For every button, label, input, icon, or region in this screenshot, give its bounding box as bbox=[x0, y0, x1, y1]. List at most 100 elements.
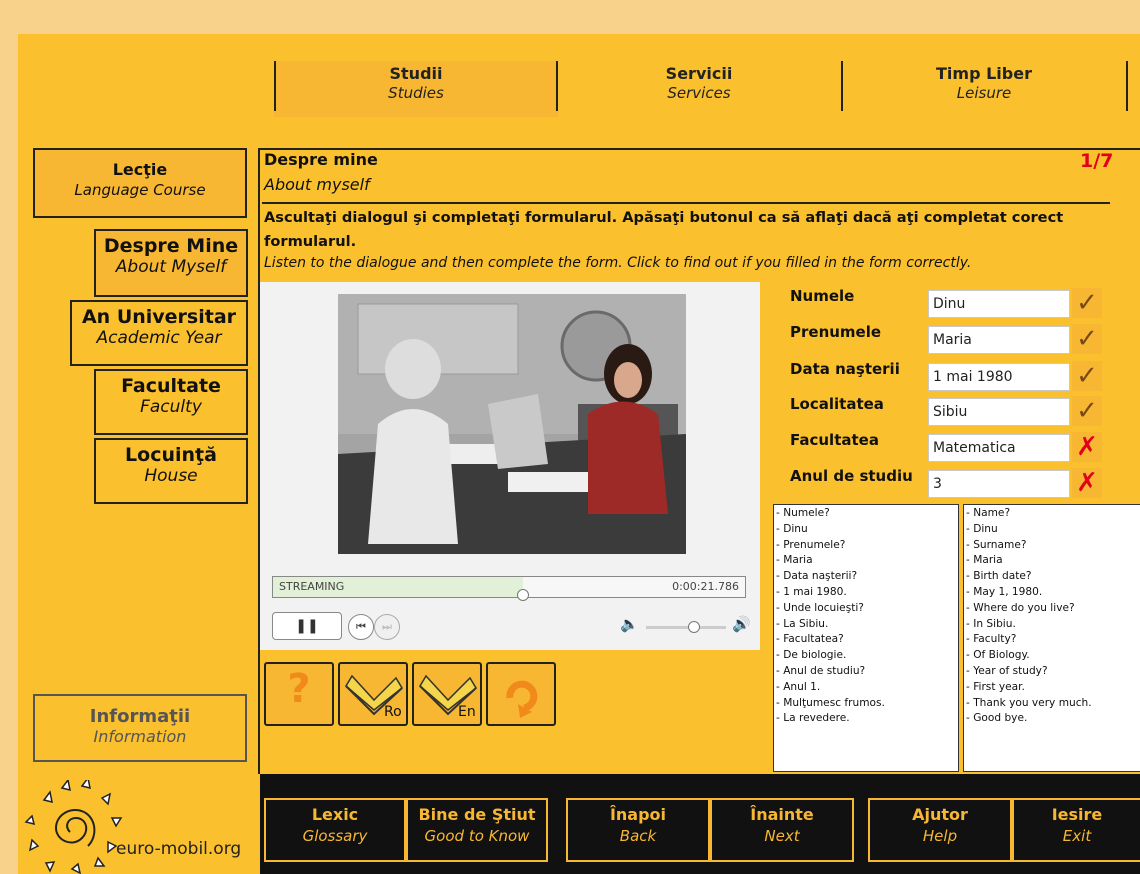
good-to-know-label-ro: Bine de Ştiut bbox=[418, 805, 536, 824]
video-frame[interactable] bbox=[338, 294, 686, 554]
help-nav-button[interactable]: Ajutor Help bbox=[868, 798, 1012, 862]
replay-button[interactable] bbox=[486, 662, 556, 726]
sidebar-item-label-en: Faculty bbox=[140, 397, 202, 417]
sidebar-item-label-ro: Facultate bbox=[121, 375, 221, 397]
form-label: Localitatea bbox=[790, 395, 884, 413]
top-nav-leisure-label-en: Leisure bbox=[956, 84, 1012, 102]
transcript-line: - Anul 1. bbox=[776, 680, 821, 693]
transcript-line: - Dinu bbox=[966, 522, 998, 535]
help-label-ro: Ajutor bbox=[912, 805, 968, 824]
top-nav-services-label-ro: Servicii bbox=[665, 64, 733, 83]
transcript-line: - Dinu bbox=[776, 522, 808, 535]
next-label-ro: Înainte bbox=[750, 805, 814, 824]
glossary-button[interactable]: Lexic Glossary bbox=[264, 798, 406, 862]
exit-button[interactable]: Iesire Exit bbox=[1012, 798, 1140, 862]
logo: euro-mobil.org bbox=[18, 780, 258, 874]
transcript-line: - Facultatea? bbox=[776, 633, 844, 646]
instruction-ro: Ascultaţi dialogul şi completaţi formula… bbox=[264, 209, 1064, 250]
transcript-line: - Good bye. bbox=[966, 712, 1028, 725]
good-to-know-button[interactable]: Bine de Ştiut Good to Know bbox=[406, 798, 548, 862]
volume-thumb[interactable] bbox=[688, 621, 700, 633]
transcript-line: - Prenumele? bbox=[776, 538, 846, 551]
transcript-line: - Of Biology. bbox=[966, 649, 1030, 662]
form-input[interactable] bbox=[928, 363, 1070, 391]
video-scene-image bbox=[338, 294, 686, 554]
progress-thumb[interactable] bbox=[517, 589, 529, 601]
sidebar-information[interactable]: Informaţii Information bbox=[33, 694, 247, 762]
form-label: Data naşterii bbox=[790, 360, 900, 378]
skip-back-button[interactable]: ⏮ bbox=[348, 614, 374, 640]
top-nav-divider bbox=[274, 61, 276, 111]
transcript-line: - La revedere. bbox=[776, 712, 850, 725]
form-input[interactable] bbox=[928, 326, 1070, 354]
transcript-line: - Name? bbox=[966, 507, 1011, 519]
top-nav-studies[interactable]: Studii Studies bbox=[274, 61, 558, 117]
volume-slider[interactable] bbox=[646, 621, 726, 633]
form-input[interactable] bbox=[928, 398, 1070, 426]
transcript-line: - 1 mai 1980. bbox=[776, 585, 847, 598]
logo-text: euro-mobil.org bbox=[116, 839, 242, 859]
top-nav-leisure[interactable]: Timp Liber Leisure bbox=[843, 61, 1125, 117]
read-en-button[interactable]: En bbox=[412, 662, 482, 726]
volume-low-icon: 🔈 bbox=[620, 615, 639, 633]
transcript-line: - Maria bbox=[966, 554, 1003, 567]
back-label-ro: Înapoi bbox=[609, 805, 667, 824]
back-label-en: Back bbox=[619, 827, 657, 845]
replay-icon bbox=[506, 680, 538, 718]
bottom-nav: Lexic Glossary Bine de Ştiut Good to Kno… bbox=[260, 774, 1140, 874]
top-nav-services[interactable]: Servicii Services bbox=[558, 61, 840, 117]
sun-spiral-icon bbox=[24, 780, 123, 874]
header-divider bbox=[262, 202, 1110, 204]
checkmark-icon: ✓ bbox=[1072, 288, 1102, 318]
sidebar-item-label-en: House bbox=[144, 466, 198, 486]
transcript-line: - De biologie. bbox=[776, 649, 847, 662]
lesson-page-counter: 1/7 bbox=[1080, 150, 1114, 172]
transcript-line: - Where do you live? bbox=[966, 601, 1075, 614]
sidebar-item-about-myself[interactable]: Despre Mine About Myself bbox=[94, 229, 248, 297]
read-ro-button[interactable]: Ro bbox=[338, 662, 408, 726]
app-window: Studii Studies Servicii Services Timp Li… bbox=[18, 34, 1140, 874]
sidebar-language-course[interactable]: Lecţie Language Course bbox=[33, 148, 247, 218]
next-button[interactable]: Înainte Next bbox=[710, 798, 854, 862]
volume-high-icon: 🔊 bbox=[732, 615, 751, 633]
checkmark-icon: ✓ bbox=[1072, 324, 1102, 354]
transcript-line: - Data naşterii? bbox=[776, 570, 858, 583]
top-nav-studies-label-ro: Studii bbox=[389, 64, 443, 83]
sidebar-info-label-en: Information bbox=[93, 727, 187, 746]
form-input[interactable] bbox=[928, 290, 1070, 318]
transcript-line: - Thank you very much. bbox=[966, 696, 1092, 709]
skip-forward-button[interactable]: ⏭ bbox=[374, 614, 400, 640]
help-button[interactable]: ? bbox=[264, 662, 334, 726]
transcript-line: - Numele? bbox=[776, 507, 830, 519]
form-label: Prenumele bbox=[790, 323, 882, 341]
sidebar-info-label-ro: Informaţii bbox=[89, 706, 191, 727]
pause-button[interactable]: ❚❚ bbox=[272, 612, 342, 640]
help-label-en: Help bbox=[922, 827, 958, 845]
transcript-ro: - Numele? - Dinu - Prenumele? - Maria - Data… bbox=[773, 504, 959, 772]
transcript-line: - May 1, 1980. bbox=[966, 585, 1043, 598]
sidebar-course-label-en: Language Course bbox=[74, 181, 206, 199]
transcript-line: - Anul de studiu? bbox=[776, 664, 866, 677]
question-icon: ? bbox=[287, 666, 311, 712]
transcript-line: - Year of study? bbox=[966, 664, 1048, 677]
sidebar-item-label-en: Academic Year bbox=[96, 328, 222, 348]
sidebar-item-faculty[interactable]: Facultate Faculty bbox=[94, 369, 248, 435]
next-label-en: Next bbox=[764, 827, 800, 845]
checkmark-icon: ✓ bbox=[1072, 396, 1102, 426]
form-input[interactable] bbox=[928, 470, 1070, 498]
transcript-line: - Birth date? bbox=[966, 570, 1032, 583]
transcript-line: - In Sibiu. bbox=[966, 617, 1016, 630]
back-button[interactable]: Înapoi Back bbox=[566, 798, 710, 862]
lesson-title: Despre mine bbox=[264, 150, 378, 169]
transcript-line: - Mulţumesc frumos. bbox=[776, 696, 885, 709]
content-border-top bbox=[258, 148, 1140, 150]
top-nav-services-label-en: Services bbox=[667, 84, 731, 102]
progress-bar[interactable]: STREAMING 0:00:21.786 bbox=[272, 576, 746, 601]
sidebar-item-academic-year[interactable]: An Universitar Academic Year bbox=[70, 300, 248, 366]
glossary-label-en: Glossary bbox=[302, 827, 368, 845]
lesson-subtitle: About myself bbox=[264, 175, 370, 194]
sidebar-course-label-ro: Lecţie bbox=[112, 160, 168, 179]
form-input[interactable] bbox=[928, 434, 1070, 462]
form-label: Facultatea bbox=[790, 431, 879, 449]
sidebar-item-house[interactable]: Locuinţă House bbox=[94, 438, 248, 504]
